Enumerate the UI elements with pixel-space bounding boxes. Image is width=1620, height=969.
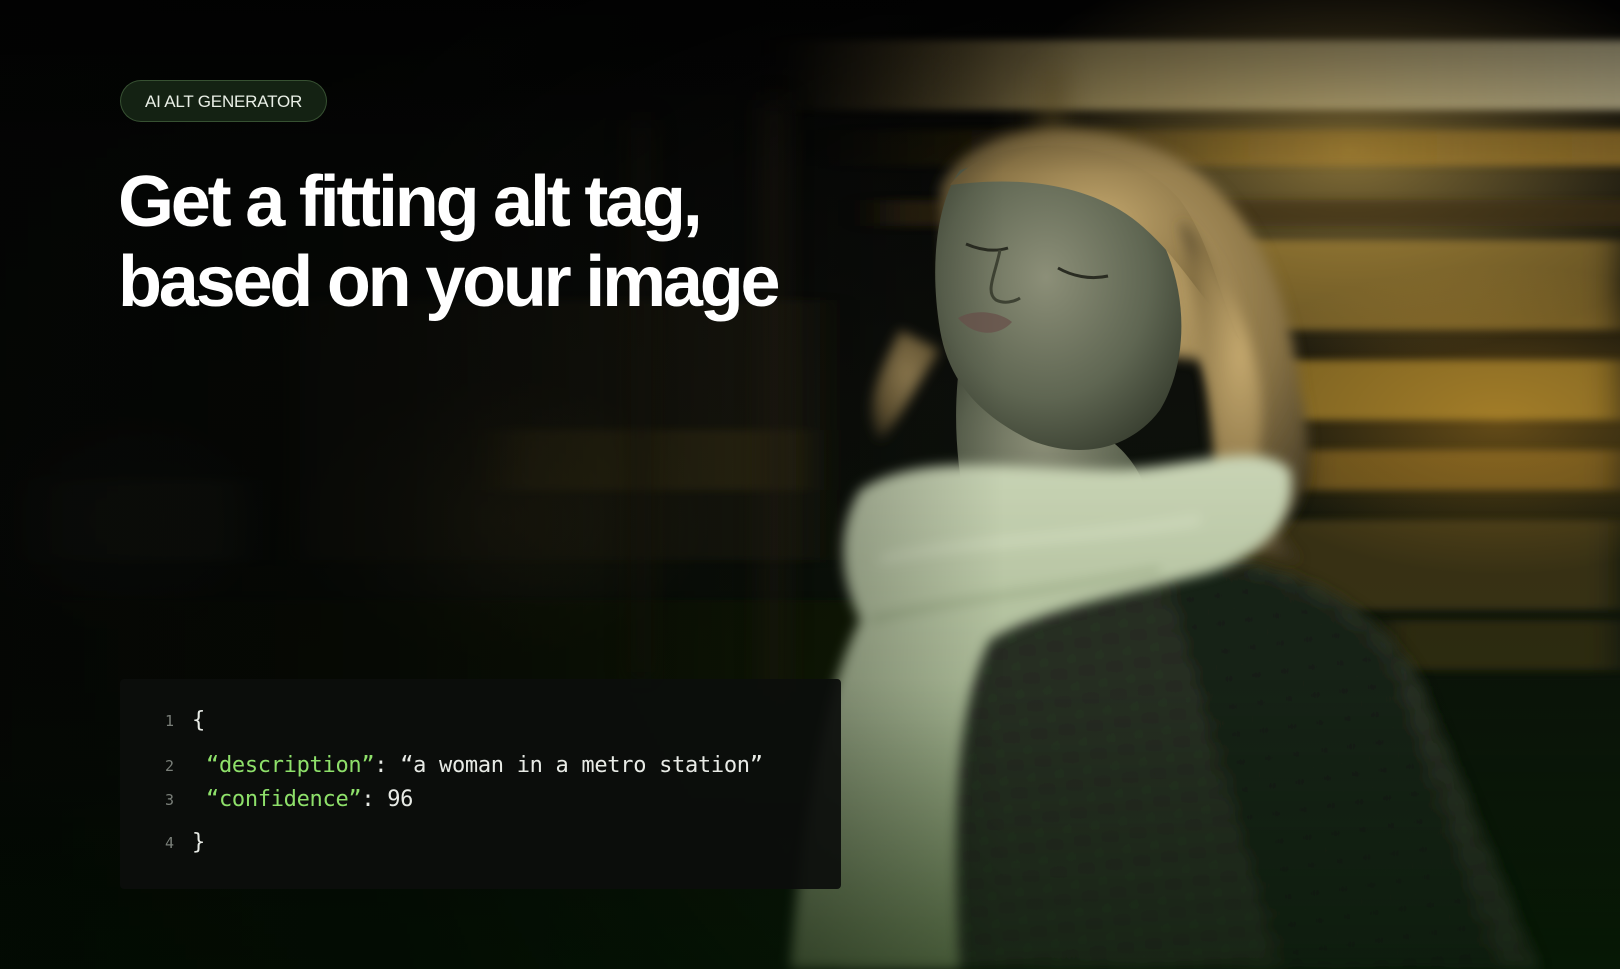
- line-number: 3: [164, 791, 174, 809]
- json-separator: :: [361, 787, 388, 812]
- json-value-description: “a woman in a metro station”: [400, 753, 763, 778]
- json-open-brace: {: [192, 708, 205, 733]
- line-number: 1: [164, 712, 174, 730]
- json-key-description: “description”: [206, 753, 375, 778]
- headline-line-1: Get a fitting alt tag,: [118, 162, 703, 242]
- product-badge: AI ALT GENERATOR: [120, 80, 328, 122]
- json-separator: :: [374, 753, 401, 778]
- headline-line-2: based on your image: [118, 242, 781, 322]
- json-value-confidence: 96: [387, 787, 414, 812]
- json-entry-description: “description”: “a woman in a metro stati…: [206, 751, 763, 781]
- hero-headline: Get a fitting alt tag, based on your ima…: [118, 162, 878, 322]
- json-key-confidence: “confidence”: [206, 787, 362, 812]
- hero-section: AI ALT GENERATOR Get a fitting alt tag, …: [0, 0, 1620, 969]
- json-close-brace: }: [192, 830, 205, 855]
- json-entry-confidence: “confidence”: 96: [206, 785, 413, 815]
- line-number: 2: [164, 757, 174, 775]
- json-output-panel: 1 { 2 “description”: “a woman in a metro…: [120, 679, 841, 889]
- line-number: 4: [164, 834, 174, 852]
